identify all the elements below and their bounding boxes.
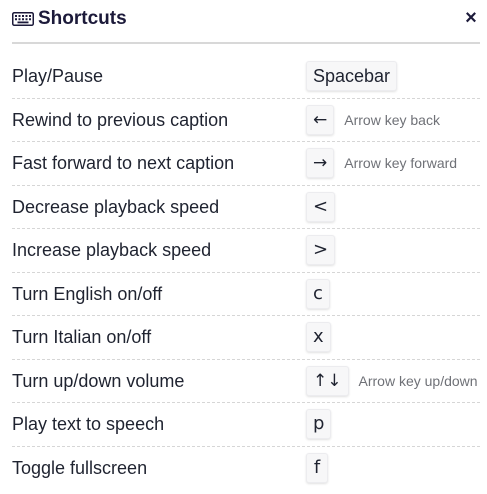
shortcut-hint: Arrow key up/down bbox=[358, 372, 478, 389]
shortcut-row: Play text to speech p bbox=[12, 403, 480, 447]
shortcut-key: f bbox=[306, 452, 328, 483]
shortcut-key-cell: x bbox=[306, 322, 331, 352]
shortcut-key-cell: > bbox=[306, 235, 336, 265]
panel-title: Shortcuts bbox=[38, 8, 127, 29]
shortcut-hint: Arrow key forward bbox=[344, 155, 458, 171]
shortcut-label: Turn up/down volume bbox=[12, 370, 185, 391]
shortcut-label: Toggle fullscreen bbox=[12, 457, 148, 478]
shortcut-label: Play/Pause bbox=[12, 66, 104, 86]
shortcut-key: Spacebar bbox=[306, 61, 398, 91]
shortcut-key: x bbox=[306, 322, 331, 352]
shortcut-row: Fast forward to next caption → Arrow key f… bbox=[12, 142, 480, 186]
shortcut-key: > bbox=[306, 235, 336, 265]
shortcut-label: Play text to speech bbox=[12, 414, 165, 434]
shortcut-label: Turn Italian on/off bbox=[12, 327, 152, 347]
shortcut-row: Turn up/down volume ↑↓ Arrow key up/down bbox=[12, 360, 480, 403]
shortcut-row: Increase playback speed > bbox=[12, 229, 480, 273]
shortcut-key-cell: Spacebar bbox=[306, 61, 398, 91]
shortcut-label: Fast forward to next caption bbox=[12, 153, 235, 173]
shortcut-row: Turn English on/off c bbox=[12, 273, 480, 316]
shortcut-key: c bbox=[306, 278, 330, 309]
shortcut-row: Play/Pause Spacebar bbox=[12, 55, 480, 99]
shortcut-key-cell: ↑↓ Arrow key up/down bbox=[306, 365, 478, 396]
shortcut-key-cell: p bbox=[306, 409, 332, 439]
shortcut-key: < bbox=[306, 191, 336, 222]
shortcut-key: ↑↓ bbox=[306, 365, 349, 396]
shortcut-label: Turn English on/off bbox=[12, 283, 163, 304]
shortcut-key-cell: → Arrow key forward bbox=[306, 148, 457, 178]
shortcut-key-cell: c bbox=[306, 278, 330, 309]
shortcut-label: Decrease playback speed bbox=[12, 196, 220, 217]
shortcut-key: p bbox=[306, 409, 332, 439]
shortcut-key: → bbox=[306, 148, 335, 178]
shortcut-key-cell: f bbox=[306, 452, 328, 483]
shortcut-key-cell: < bbox=[306, 191, 336, 222]
shortcut-row: Toggle fullscreen f bbox=[12, 447, 480, 491]
shortcut-list: Play/Pause Spacebar Rewind to previous cap… bbox=[12, 55, 480, 490]
shortcut-row: Turn Italian on/off x bbox=[12, 316, 480, 360]
shortcuts-panel: Shortcuts × Play/Pause Spacebar Rewind to … bbox=[12, 0, 480, 494]
shortcut-key: ← bbox=[306, 104, 335, 135]
shortcut-hint: Arrow key back bbox=[344, 111, 440, 128]
close-icon[interactable]: × bbox=[462, 8, 480, 28]
shortcut-row: Decrease playback speed < bbox=[12, 186, 480, 229]
shortcut-label: Increase playback speed bbox=[12, 240, 212, 260]
shortcut-label: Rewind to previous caption bbox=[12, 109, 229, 130]
shortcut-key-cell: ← Arrow key back bbox=[306, 104, 440, 135]
shortcuts-header: Shortcuts × bbox=[12, 0, 480, 44]
keyboard-icon bbox=[12, 12, 34, 26]
shortcut-row: Rewind to previous caption ← Arrow key bac… bbox=[12, 99, 480, 142]
